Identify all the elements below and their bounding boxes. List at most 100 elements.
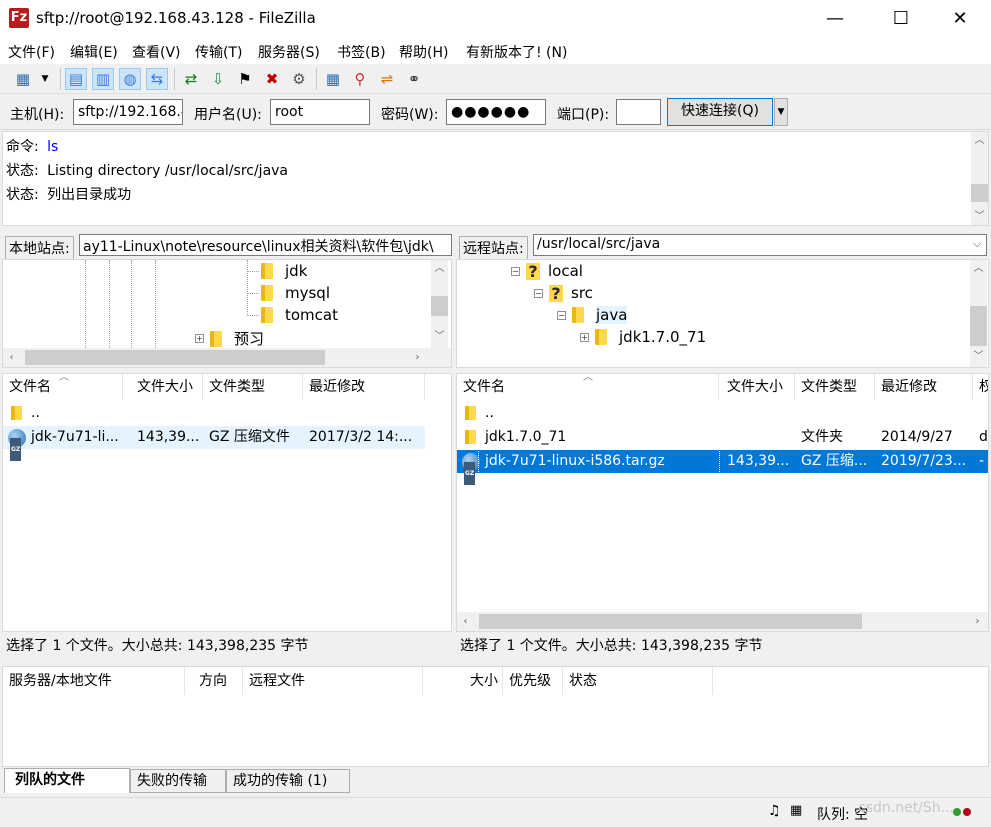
toggle-queue-icon[interactable]: ⇆ xyxy=(146,68,168,90)
menu-help[interactable]: 帮助(H) xyxy=(399,42,448,62)
scroll-right-icon[interactable]: › xyxy=(969,613,986,630)
bell-icon: ♫ xyxy=(768,803,781,819)
process-queue-icon[interactable]: ⇩ xyxy=(207,68,229,90)
scroll-right-icon[interactable]: › xyxy=(409,349,426,366)
username-label: 用户名(U): xyxy=(194,107,262,123)
disconnect-icon[interactable]: ✖ xyxy=(261,68,283,90)
menu-view[interactable]: 查看(V) xyxy=(132,42,181,62)
column-server-local-file[interactable]: 服务器/本地文件 xyxy=(3,667,185,695)
column-modified[interactable]: 最近修改 xyxy=(875,374,973,400)
expand-icon[interactable]: + xyxy=(195,334,204,343)
scroll-left-icon[interactable]: ‹ xyxy=(3,349,20,366)
folder-icon xyxy=(261,307,273,323)
file-row-selected[interactable]: jdk-7u71-linux-i586.tar.gz 143,39... GZ … xyxy=(457,449,988,485)
column-filesize[interactable]: 文件大小 xyxy=(721,374,795,400)
dropdown-arrow-icon[interactable]: ▼ xyxy=(34,68,56,90)
remote-tree-vscroll[interactable]: ︿ ﹀ xyxy=(970,260,987,367)
local-tree-hscroll[interactable]: ‹ › xyxy=(3,348,451,367)
file-row[interactable]: .. xyxy=(3,402,425,425)
filter-icon[interactable]: ▦ xyxy=(322,68,344,90)
remote-list-hscroll[interactable]: ‹ › xyxy=(457,612,988,631)
local-status: 选择了 1 个文件。大小总共: 143,398,235 字节 xyxy=(2,633,452,659)
tree-item[interactable]: jdk xyxy=(261,262,307,280)
tree-item[interactable]: −? src xyxy=(534,284,593,302)
menu-transfer[interactable]: 传输(T) xyxy=(195,42,242,62)
search-icon[interactable]: ⚭ xyxy=(403,68,425,90)
activity-lights xyxy=(953,808,971,816)
chevron-down-icon[interactable]: ⌵ xyxy=(973,237,981,251)
port-label: 端口(P): xyxy=(557,107,610,123)
compare-icon[interactable]: ⚲ xyxy=(349,68,371,90)
menu-file[interactable]: 文件(F) xyxy=(8,42,55,62)
minimize-button[interactable]: — xyxy=(812,0,858,38)
menu-edit[interactable]: 编辑(E) xyxy=(70,42,118,62)
toggle-log-icon[interactable]: ▤ xyxy=(65,68,87,90)
file-row[interactable]: jdk-7u71-li... 143,39... GZ 压缩文件 2017/3/… xyxy=(3,426,425,461)
file-row[interactable]: .. xyxy=(457,402,988,425)
port-input[interactable] xyxy=(616,99,661,125)
column-filename[interactable]: 文件名 ︿ xyxy=(457,374,719,400)
column-status[interactable]: 状态 xyxy=(563,667,713,695)
tree-item[interactable]: + jdk1.7.0_71 xyxy=(580,328,706,346)
username-input[interactable]: root xyxy=(270,99,370,125)
tree-item[interactable]: − java xyxy=(557,306,628,324)
column-priority[interactable]: 优先级 xyxy=(503,667,563,695)
remote-path-input[interactable]: /usr/local/src/java xyxy=(533,234,987,256)
tree-item[interactable]: tomcat xyxy=(261,306,338,324)
sync-browse-icon[interactable]: ⇌ xyxy=(376,68,398,90)
menu-new-version[interactable]: 有新版本了! (N) xyxy=(466,42,567,62)
scroll-left-icon[interactable]: ‹ xyxy=(457,613,474,630)
column-filename[interactable]: 文件名 ︿ xyxy=(3,374,123,400)
menu-bookmarks[interactable]: 书签(B) xyxy=(337,42,386,62)
tree-item[interactable]: −? local xyxy=(511,262,583,280)
cancel-icon[interactable]: ⚑ xyxy=(234,68,256,90)
refresh-icon[interactable]: ⇄ xyxy=(180,68,202,90)
toolbar: ▦ ▼ ▤ ▥ ◍ ⇆ ⇄ ⇩ ⚑ ✖ ⚙ ▦ ⚲ ⇌ ⚭ xyxy=(0,64,991,94)
tab-failed-transfers[interactable]: 失败的传输 xyxy=(130,769,226,793)
collapse-icon[interactable]: − xyxy=(557,310,566,320)
close-button[interactable]: ✕ xyxy=(937,0,983,38)
scroll-up-icon[interactable]: ︿ xyxy=(971,132,988,149)
scroll-down-icon[interactable]: ﹀ xyxy=(431,328,448,345)
tab-queued-files[interactable]: 列队的文件 xyxy=(4,768,130,793)
tab-successful-transfers[interactable]: 成功的传输 (1) xyxy=(226,769,350,793)
column-filetype[interactable]: 文件类型 xyxy=(203,374,303,400)
archive-icon xyxy=(462,453,480,485)
toggle-remote-tree-icon[interactable]: ◍ xyxy=(119,68,141,90)
expand-icon[interactable]: + xyxy=(580,332,589,342)
scroll-down-icon[interactable]: ﹀ xyxy=(970,348,987,365)
filezilla-logo-icon: Fz xyxy=(9,8,29,28)
menu-server[interactable]: 服务器(S) xyxy=(258,42,320,62)
local-path-input[interactable]: ay11-Linux\note\resource\linux相关资料\软件包\j… xyxy=(79,234,452,256)
local-site-label: 本地站点: xyxy=(5,236,74,260)
scroll-up-icon[interactable]: ︿ xyxy=(970,260,987,277)
folder-icon xyxy=(465,406,476,420)
column-filesize[interactable]: 文件大小 xyxy=(131,374,203,400)
column-size[interactable]: 大小 xyxy=(423,667,503,695)
unknown-folder-icon: ? xyxy=(526,262,540,280)
quickconnect-button[interactable]: 快速连接(Q) xyxy=(667,98,773,126)
column-modified[interactable]: 最近修改 xyxy=(303,374,425,400)
column-remote-file[interactable]: 远程文件 xyxy=(243,667,423,695)
local-tree-vscroll[interactable]: ︿ ﹀ xyxy=(431,260,448,348)
column-filetype[interactable]: 文件类型 xyxy=(795,374,875,400)
scroll-up-icon[interactable]: ︿ xyxy=(431,260,448,277)
log-scrollbar[interactable]: ︿ ﹀ xyxy=(971,132,988,225)
quickconnect-dropdown[interactable]: ▼ xyxy=(774,98,788,126)
site-manager-icon[interactable]: ▦ xyxy=(12,68,34,90)
maximize-button[interactable]: ☐ xyxy=(878,0,924,38)
folder-icon xyxy=(572,307,584,323)
collapse-icon[interactable]: − xyxy=(511,266,520,276)
tree-item[interactable]: + 预习 xyxy=(195,328,264,349)
column-direction[interactable]: 方向 xyxy=(193,667,243,695)
tree-item[interactable]: mysql xyxy=(261,284,330,302)
watermark: csdn.net/Sh... xyxy=(858,800,955,816)
file-row[interactable]: jdk1.7.0_71 文件夹 2014/9/27 d xyxy=(457,426,988,449)
host-input[interactable]: sftp://192.168.4 xyxy=(73,99,183,125)
column-permissions[interactable]: 权 xyxy=(973,374,988,400)
toggle-local-tree-icon[interactable]: ▥ xyxy=(92,68,114,90)
scroll-down-icon[interactable]: ﹀ xyxy=(971,208,988,225)
collapse-icon[interactable]: − xyxy=(534,288,543,298)
password-input[interactable]: ●●●●●● xyxy=(446,99,546,125)
reconnect-icon[interactable]: ⚙ xyxy=(288,68,310,90)
